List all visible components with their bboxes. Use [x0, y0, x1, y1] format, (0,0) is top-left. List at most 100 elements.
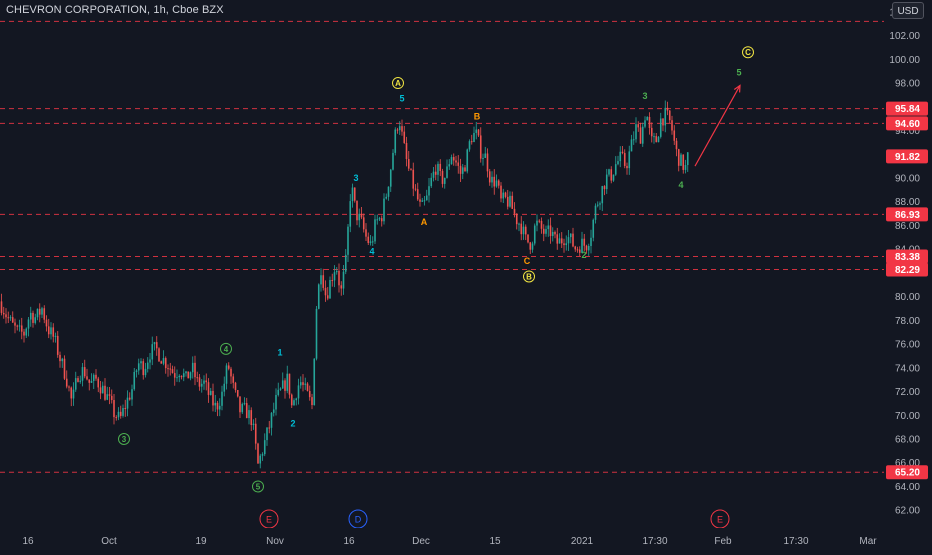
candle-body: [497, 180, 500, 186]
x-tick-label: Oct: [101, 536, 117, 547]
candle-body: [52, 327, 55, 337]
candle-body: [403, 131, 406, 143]
candle-body: [83, 367, 86, 377]
currency-button[interactable]: USD: [892, 2, 924, 19]
candle-body: [135, 370, 138, 372]
candle-body: [36, 308, 39, 318]
x-tick-label: Dec: [412, 536, 430, 547]
candlestick-chart[interactable]: A534ABCB2345C43512 EDE 62.0064.0066.0068…: [0, 0, 932, 550]
candle-body: [99, 387, 102, 394]
candle-body: [513, 208, 516, 214]
candle-body: [430, 177, 433, 187]
candle-body: [338, 270, 340, 286]
candle-body: [59, 354, 61, 362]
candle-body: [232, 376, 235, 383]
candle-body: [479, 135, 482, 159]
candle-body: [475, 129, 478, 133]
candle-body: [322, 275, 325, 288]
candle-body: [320, 275, 322, 285]
x-tick-label: 17:30: [642, 536, 667, 547]
candle-body: [182, 373, 185, 378]
wave-label: 3: [642, 91, 647, 101]
y-tick-label: 74.00: [895, 363, 920, 374]
candle-body: [317, 284, 320, 309]
candle-body: [583, 238, 586, 246]
y-tick-label: 62.00: [895, 506, 920, 517]
candle-body: [398, 126, 401, 131]
candle-body: [675, 140, 678, 150]
candle-body: [158, 348, 160, 362]
candle-body: [531, 243, 534, 250]
candle-body: [128, 397, 131, 400]
chart-title: CHEVRON CORPORATION, 1h, Cboe BZX: [6, 4, 224, 16]
candle-body: [263, 440, 266, 455]
candle-body: [146, 362, 149, 369]
candle-body: [524, 226, 527, 235]
wave-label: C: [524, 256, 531, 266]
candle-body: [686, 152, 689, 166]
candle-body: [205, 380, 208, 383]
candle-body: [270, 412, 273, 428]
candle-body: [203, 380, 205, 384]
candle-body: [243, 403, 246, 405]
candle-body: [331, 280, 334, 282]
candle-body: [333, 272, 336, 281]
y-tick-label: 78.00: [895, 316, 920, 327]
candle-body: [378, 218, 381, 220]
candle-body: [216, 402, 219, 410]
candle-body: [70, 387, 73, 399]
candle-body: [311, 397, 313, 406]
candle-body: [533, 225, 536, 244]
candle-body: [482, 157, 484, 159]
candle-body: [603, 186, 606, 190]
candle-body: [293, 400, 295, 406]
candle-body: [279, 388, 282, 390]
candle-body: [149, 359, 151, 363]
candle-body: [389, 169, 392, 187]
candle-body: [407, 159, 410, 169]
candle-body: [599, 203, 601, 205]
y-tick-label: 98.00: [895, 79, 920, 90]
candle-body: [326, 295, 329, 299]
x-tick-label: 16: [22, 536, 34, 547]
candle-body: [248, 410, 250, 419]
candle-body: [545, 229, 547, 234]
candle-body: [605, 174, 608, 190]
candle-body: [275, 394, 277, 410]
candle-body: [106, 394, 109, 400]
y-tick-label: 86.00: [895, 221, 920, 232]
candle-body: [50, 327, 52, 335]
candle-body: [122, 407, 124, 416]
candle-body: [558, 238, 561, 244]
candle-body: [392, 152, 394, 170]
candle-body: [27, 319, 30, 329]
candle-body: [131, 389, 133, 400]
candle-body: [223, 383, 226, 392]
candle-body: [644, 120, 646, 127]
candle-body: [142, 361, 145, 376]
candle-body: [569, 233, 572, 238]
candle-body: [434, 171, 437, 175]
candle-body: [329, 280, 331, 299]
candle-body: [576, 249, 579, 251]
candle-body: [491, 176, 493, 183]
candle-body: [684, 165, 687, 170]
candle-body: [56, 335, 59, 355]
wave-label: 4: [678, 180, 683, 190]
candle-body: [340, 285, 343, 289]
candle-body: [428, 186, 430, 196]
candle-body: [344, 254, 347, 272]
candle-body: [119, 411, 122, 416]
chart-area[interactable]: A534ABCB2345C43512 EDE 62.00 64.00 66.00 68…: [0, 0, 932, 550]
candle-body: [77, 378, 79, 382]
candle-body: [486, 153, 489, 172]
candle-body: [459, 165, 462, 174]
candle-body: [194, 362, 196, 378]
candle-body: [536, 220, 538, 226]
candle-body: [290, 394, 293, 406]
candle-body: [648, 116, 651, 128]
candle-body: [110, 395, 113, 401]
candle-body: [416, 189, 419, 200]
candle-body: [554, 231, 556, 235]
candle-body: [412, 169, 415, 189]
